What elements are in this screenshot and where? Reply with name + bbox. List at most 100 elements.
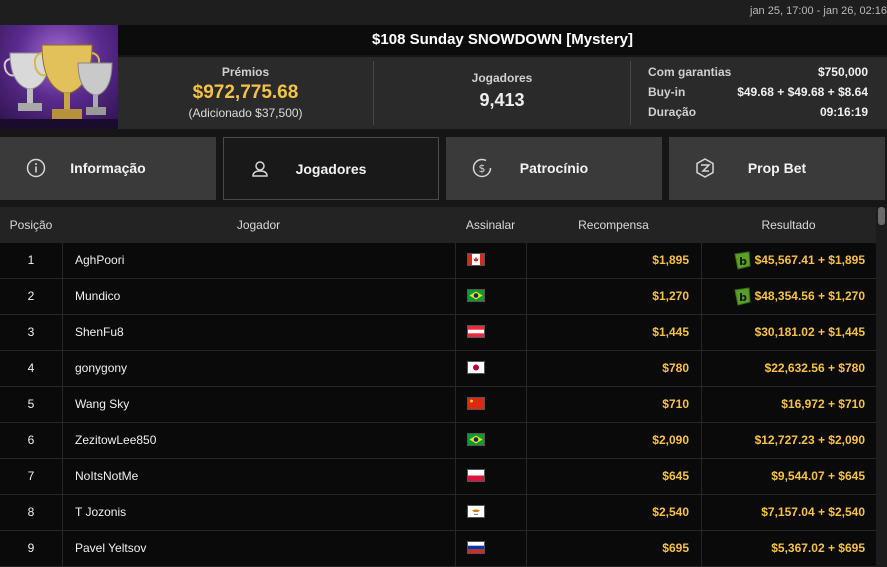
tab-information[interactable]: Informação [0,137,216,200]
position-cell: 5 [27,397,35,411]
position-cell: 2 [27,289,35,303]
table-row[interactable]: 4 gonygony $780 $22,632.56 + $780 [0,351,876,387]
guarantee-label: Com garantias [648,65,732,79]
table-row[interactable]: 6 ZezitowLee850 $2,090 $12,727.23 + $2,090 [0,423,876,459]
players-count: 9,413 [479,90,525,110]
player-name[interactable]: Mundico [62,279,455,314]
duration-label: Duração [648,105,697,119]
player-name[interactable]: NoItsNotMe [62,459,455,494]
scrollbar[interactable] [876,207,887,567]
table-row[interactable]: 1 AghPoori $1,895 b $45,567.41 + $1,895 [0,243,876,279]
table-row[interactable]: 2 Mundico $1,270 b $48,354.56 + $1,270 [0,279,876,315]
guarantee-value: $750,000 [817,65,868,79]
added-amount: (Adicionado $37,500) [188,106,303,120]
result-cell: b $45,567.41 + $1,895 [701,243,876,278]
reward-cell: $1,270 [526,279,701,314]
position-cell: 3 [27,325,35,339]
players-label: Jogadores [471,71,533,85]
buyin-row: Buy-in $49.68 + $49.68 + $8.64 [631,81,887,101]
tab-players[interactable]: Jogadores [223,137,439,200]
players-table: 1 AghPoori $1,895 b $45,567.41 + $1,895 2 Mund… [0,243,876,567]
player-name[interactable]: ShenFu8 [62,315,455,350]
trophy-image [0,25,118,129]
flag-cell [455,387,526,422]
cyprus-flag-icon [467,505,485,518]
tournament-info-panel: Prémios $972,775.68 (Adicionado $37,500)… [118,57,887,129]
tab-sponsorship[interactable]: $ Patrocínio [446,137,662,200]
position-cell: 8 [27,505,35,519]
result-cell: $16,972 + $710 [701,387,876,422]
china-flag-icon [467,397,485,410]
result-value: $45,567.41 + $1,895 [754,253,865,267]
result-value: $5,367.02 + $695 [771,541,865,555]
tab-prop-bet[interactable]: Prop Bet [669,137,885,200]
player-name[interactable]: gonygony [62,351,455,386]
result-value: $9,544.07 + $645 [771,469,865,483]
player-name[interactable]: Wang Sky [62,387,455,422]
header-position[interactable]: Posição [0,218,62,232]
tab-label: Patrocínio [519,160,589,176]
reward-cell: $780 [526,351,701,386]
table-row[interactable]: 9 Pavel Yeltsov $695 $5,367.02 + $695 [0,531,876,567]
result-cell: b $48,354.56 + $1,270 [701,279,876,314]
table-row[interactable]: 8 T Jozonis $2,540 $7,157.04 + $2,540 [0,495,876,531]
reward-cell: $2,540 [526,495,701,530]
details-section: Com garantias $750,000 Buy-in $49.68 + $… [631,57,887,129]
flag-cell [455,243,526,278]
player-name[interactable]: Pavel Yeltsov [62,531,455,566]
result-cell: $9,544.07 + $645 [701,459,876,494]
tab-label: Prop Bet [747,160,807,176]
result-cell: $7,157.04 + $2,540 [701,495,876,530]
reward-cell: $1,445 [526,315,701,350]
reward-cell: $695 [526,531,701,566]
result-value: $22,632.56 + $780 [764,361,865,375]
flag-cell [455,279,526,314]
austria-flag-icon [467,325,485,338]
prizes-value: $972,775.68 [192,82,299,103]
green-badge-icon: b [732,286,752,308]
table-header: Posição Jogador Assinalar Recompensa Res… [0,207,876,243]
player-name[interactable]: AghPoori [62,243,455,278]
date-range: jan 25, 17:00 - jan 26, 02:16 [750,5,887,17]
header-result[interactable]: Resultado [701,218,876,232]
svg-text:b: b [739,291,747,304]
result-value: $12,727.23 + $2,090 [754,433,865,447]
flag-cell [455,351,526,386]
header-reward[interactable]: Recompensa [526,218,701,232]
reward-cell: $710 [526,387,701,422]
svg-text:b: b [739,255,747,268]
reward-cell: $1,895 [526,243,701,278]
brazil-flag-icon [467,433,485,446]
duration-row: Duração 09:16:19 [631,101,887,121]
flag-cell [455,531,526,566]
position-cell: 7 [27,469,35,483]
buyin-value: $49.68 + $49.68 + $8.64 [737,85,868,99]
japan-flag-icon [467,361,485,374]
player-name[interactable]: T Jozonis [62,495,455,530]
tournament-title: $108 Sunday SNOWDOWN [Mystery] [118,25,887,55]
result-cell: $12,727.23 + $2,090 [701,423,876,458]
poland-flag-icon [467,469,485,482]
header-player[interactable]: Jogador [62,218,455,232]
duration-value: 09:16:19 [819,105,868,119]
brazil-flag-icon [467,289,485,302]
russia-flag-icon [467,541,485,554]
canada-flag-icon [467,253,485,266]
scrollbar-thumb[interactable] [878,207,885,225]
flag-cell [455,459,526,494]
reward-cell: $2,090 [526,423,701,458]
header-flag[interactable]: Assinalar [455,218,526,232]
result-value: $48,354.56 + $1,270 [754,289,865,303]
result-value: $7,157.04 + $2,540 [761,505,865,519]
position-cell: 4 [27,361,35,375]
table-row[interactable]: 7 NoItsNotMe $645 $9,544.07 + $645 [0,459,876,495]
flag-cell [455,423,526,458]
table-row[interactable]: 5 Wang Sky $710 $16,972 + $710 [0,387,876,423]
tab-label: Informação [70,160,146,176]
table-row[interactable]: 3 ShenFu8 $1,445 $30,181.02 + $1,445 [0,315,876,351]
top-bar: jan 25, 17:00 - jan 26, 02:16 [0,0,887,25]
green-badge-icon: b [732,250,752,272]
player-name[interactable]: ZezitowLee850 [62,423,455,458]
prizes-label: Prémios [221,65,270,79]
position-cell: 9 [27,541,35,555]
